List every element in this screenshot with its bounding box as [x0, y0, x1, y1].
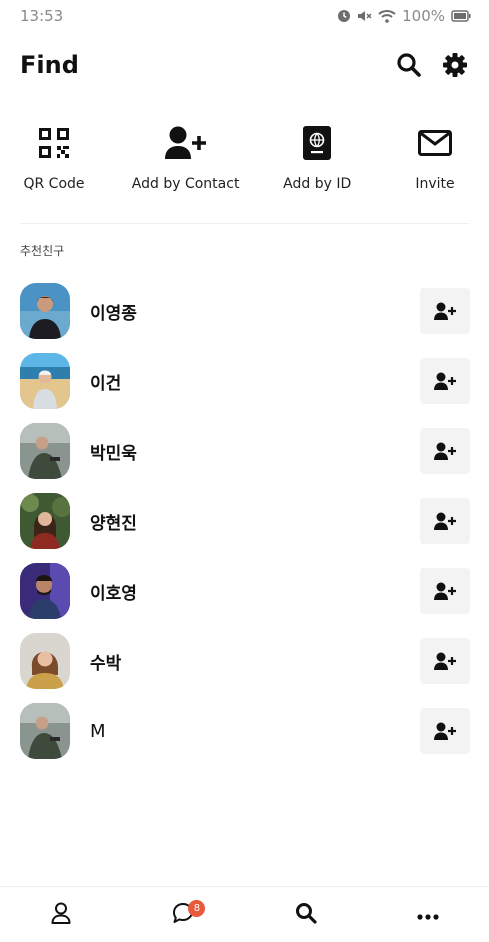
add-user-icon — [434, 302, 456, 320]
add-user-icon — [434, 372, 456, 390]
friend-name: 양현진 — [90, 513, 137, 534]
add-user-icon — [434, 652, 456, 670]
nav-more[interactable] — [398, 887, 458, 942]
friend-name: 이영종 — [90, 303, 137, 324]
avatar — [20, 493, 70, 549]
alarm-icon — [337, 9, 351, 23]
friend-name: 수박 — [90, 653, 122, 674]
invite-button[interactable]: Invite — [395, 118, 475, 204]
add-by-id-button[interactable]: Add by ID — [277, 118, 357, 204]
profile-icon — [51, 902, 71, 928]
friend-row[interactable]: M — [0, 696, 489, 766]
friend-row[interactable]: 양현진 — [0, 486, 489, 556]
passport-icon — [303, 118, 332, 168]
avatar — [20, 423, 70, 479]
avatar — [20, 353, 70, 409]
status-icons: 100% — [337, 7, 471, 25]
avatar — [20, 563, 70, 619]
search-icon[interactable] — [395, 51, 423, 79]
add-user-icon — [434, 582, 456, 600]
header: Find — [0, 40, 489, 90]
battery-icon — [451, 10, 471, 22]
battery-text: 100% — [402, 7, 445, 25]
add-friend-button[interactable] — [420, 358, 470, 404]
add-user-icon — [434, 512, 456, 530]
friend-row[interactable]: 박민욱 — [0, 416, 489, 486]
friend-row[interactable]: 이영종 — [0, 276, 489, 346]
more-icon — [417, 905, 439, 924]
invite-label: Invite — [415, 176, 455, 192]
add-friend-button[interactable] — [420, 638, 470, 684]
quick-actions: QR Code Add by Contact Add by ID Invite — [0, 118, 489, 204]
nav-chat[interactable]: 8 — [153, 887, 213, 942]
envelope-icon — [418, 118, 452, 168]
header-actions — [395, 51, 469, 79]
friend-name: 박민욱 — [90, 443, 137, 464]
status-time: 13:53 — [20, 7, 64, 25]
add-friend-button[interactable] — [420, 498, 470, 544]
avatar — [20, 633, 70, 689]
add-user-icon — [434, 442, 456, 460]
friend-row[interactable]: 이건 — [0, 346, 489, 416]
friend-row[interactable]: 수박 — [0, 626, 489, 696]
recommended-friends-list: 이영종 이건 박민욱 양현진 이호영 수박 M — [0, 276, 489, 766]
add-friend-button[interactable] — [420, 568, 470, 614]
add-user-icon — [164, 118, 207, 168]
add-friend-button[interactable] — [420, 288, 470, 334]
add-friend-button[interactable] — [420, 708, 470, 754]
bottom-nav: 8 — [0, 886, 489, 942]
section-title-recommended: 추천친구 — [20, 244, 65, 258]
wifi-icon — [378, 9, 396, 23]
search-icon — [295, 902, 317, 928]
nav-profile[interactable] — [31, 887, 91, 942]
find-screen: 13:53 100% Find QR Code Add by Contact A… — [0, 0, 489, 942]
qr-code-icon — [39, 118, 69, 168]
status-bar: 13:53 100% — [0, 0, 489, 32]
divider — [20, 223, 469, 224]
friend-name: 이건 — [90, 373, 122, 394]
qr-code-button[interactable]: QR Code — [14, 118, 94, 204]
add-user-icon — [434, 722, 456, 740]
chat-unread-badge: 8 — [188, 899, 206, 917]
page-title: Find — [20, 51, 79, 79]
nav-find[interactable] — [276, 887, 336, 942]
add-by-contact-label: Add by Contact — [131, 176, 240, 192]
add-friend-button[interactable] — [420, 428, 470, 474]
friend-name: 이호영 — [90, 583, 137, 604]
qr-code-label: QR Code — [23, 176, 85, 192]
add-by-contact-button[interactable]: Add by Contact — [131, 118, 240, 204]
friend-name: M — [90, 720, 106, 742]
gear-icon[interactable] — [441, 51, 469, 79]
friend-row[interactable]: 이호영 — [0, 556, 489, 626]
avatar — [20, 283, 70, 339]
add-by-id-label: Add by ID — [283, 176, 352, 192]
avatar — [20, 703, 70, 759]
mute-icon — [357, 9, 372, 23]
